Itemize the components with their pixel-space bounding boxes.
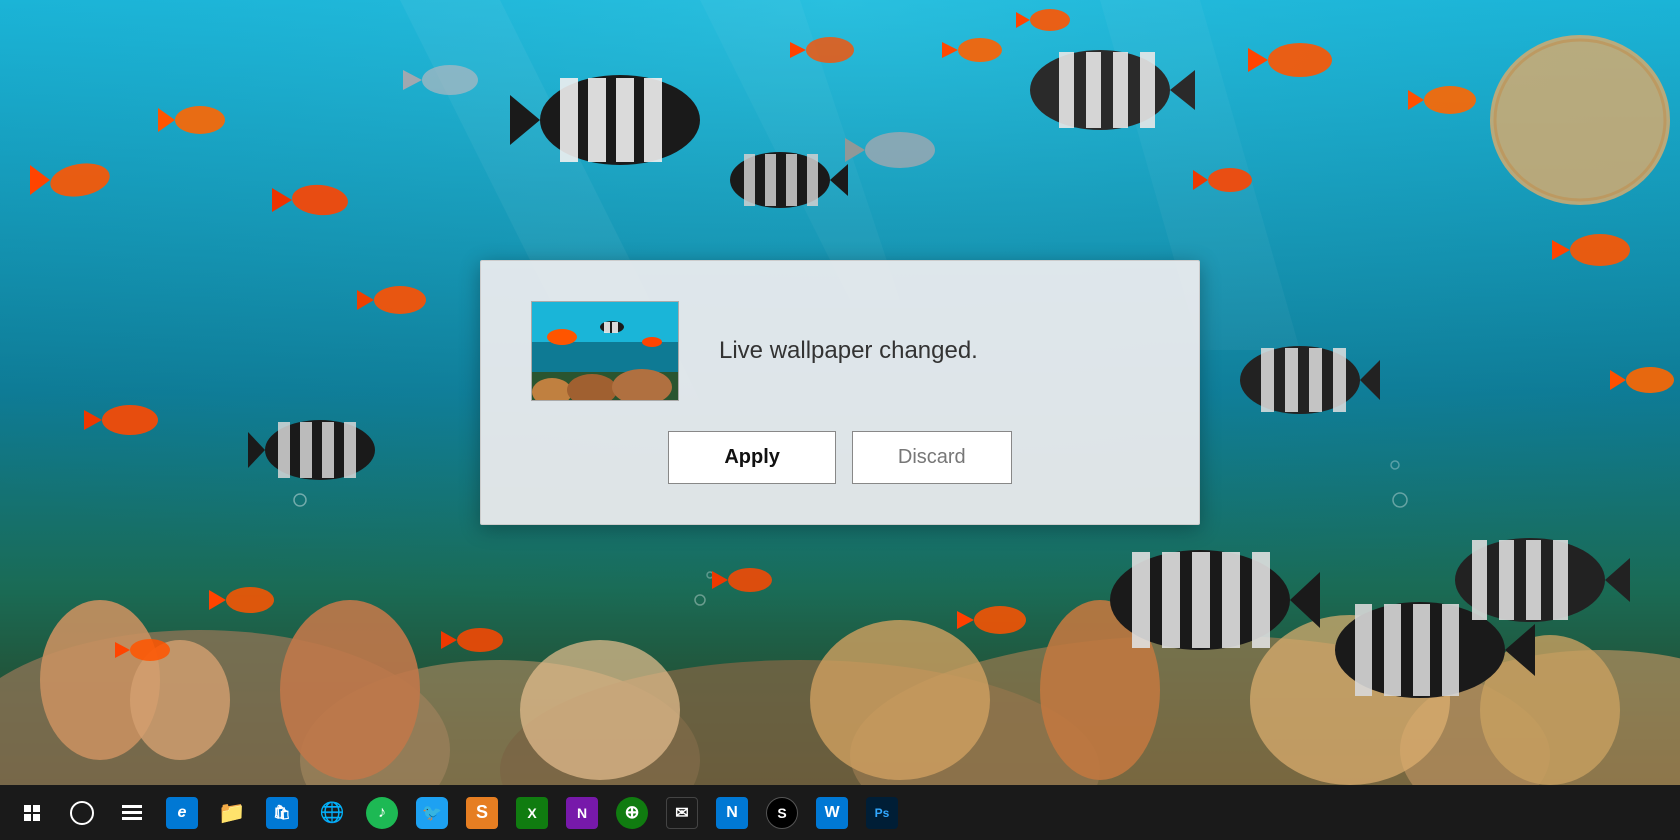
apply-button[interactable]: Apply — [668, 431, 836, 484]
word-button[interactable]: W — [808, 789, 856, 837]
sonos-icon: S — [766, 797, 798, 829]
taskbar: e 📁 🛍 🌐 ♪ 🐦 S X N ⊕ ✉ N S — [0, 785, 1680, 840]
word-icon: W — [816, 797, 848, 829]
edge-button[interactable]: e — [158, 789, 206, 837]
excel-button[interactable]: X — [508, 789, 556, 837]
store-button[interactable]: 🛍 — [258, 789, 306, 837]
windows-icon — [24, 805, 40, 821]
twitter-button[interactable]: 🐦 — [408, 789, 456, 837]
onenote-icon: N — [566, 797, 598, 829]
sonos-button[interactable]: S — [758, 789, 806, 837]
mail-icon: ✉ — [666, 797, 698, 829]
dialog-buttons: Apply Discard — [668, 431, 1011, 484]
photoshop-icon: Ps — [866, 797, 898, 829]
notepad-button[interactable]: N — [708, 789, 756, 837]
chrome-button[interactable]: 🌐 — [308, 789, 356, 837]
chrome-icon: 🌐 — [316, 797, 348, 829]
notepad-icon: N — [716, 797, 748, 829]
dialog-overlay: Live wallpaper changed. Apply Discard — [0, 0, 1680, 785]
dialog-message: Live wallpaper changed. — [719, 337, 1149, 365]
wallpaper-thumbnail — [531, 301, 679, 401]
xbox-icon: ⊕ — [616, 797, 648, 829]
twitter-icon: 🐦 — [416, 797, 448, 829]
photoshop-button[interactable]: Ps — [858, 789, 906, 837]
dialog-content: Live wallpaper changed. — [531, 301, 1149, 401]
onenote-button[interactable]: N — [558, 789, 606, 837]
discard-button[interactable]: Discard — [852, 431, 1012, 484]
xbox-button[interactable]: ⊕ — [608, 789, 656, 837]
task-view-button[interactable] — [108, 789, 156, 837]
dialog-box: Live wallpaper changed. Apply Discard — [480, 260, 1200, 525]
search-button[interactable] — [58, 789, 106, 837]
search-circle-icon — [70, 801, 94, 825]
taskview-icon — [122, 805, 142, 820]
folder-icon: 📁 — [216, 797, 248, 829]
swiftkey-icon: S — [466, 797, 498, 829]
spotify-icon: ♪ — [366, 797, 398, 829]
store-icon: 🛍 — [266, 797, 298, 829]
mail-button[interactable]: ✉ — [658, 789, 706, 837]
edge-icon: e — [166, 797, 198, 829]
spotify-button[interactable]: ♪ — [358, 789, 406, 837]
swiftkey-button[interactable]: S — [458, 789, 506, 837]
file-explorer-button[interactable]: 📁 — [208, 789, 256, 837]
start-button[interactable] — [8, 789, 56, 837]
excel-icon: X — [516, 797, 548, 829]
